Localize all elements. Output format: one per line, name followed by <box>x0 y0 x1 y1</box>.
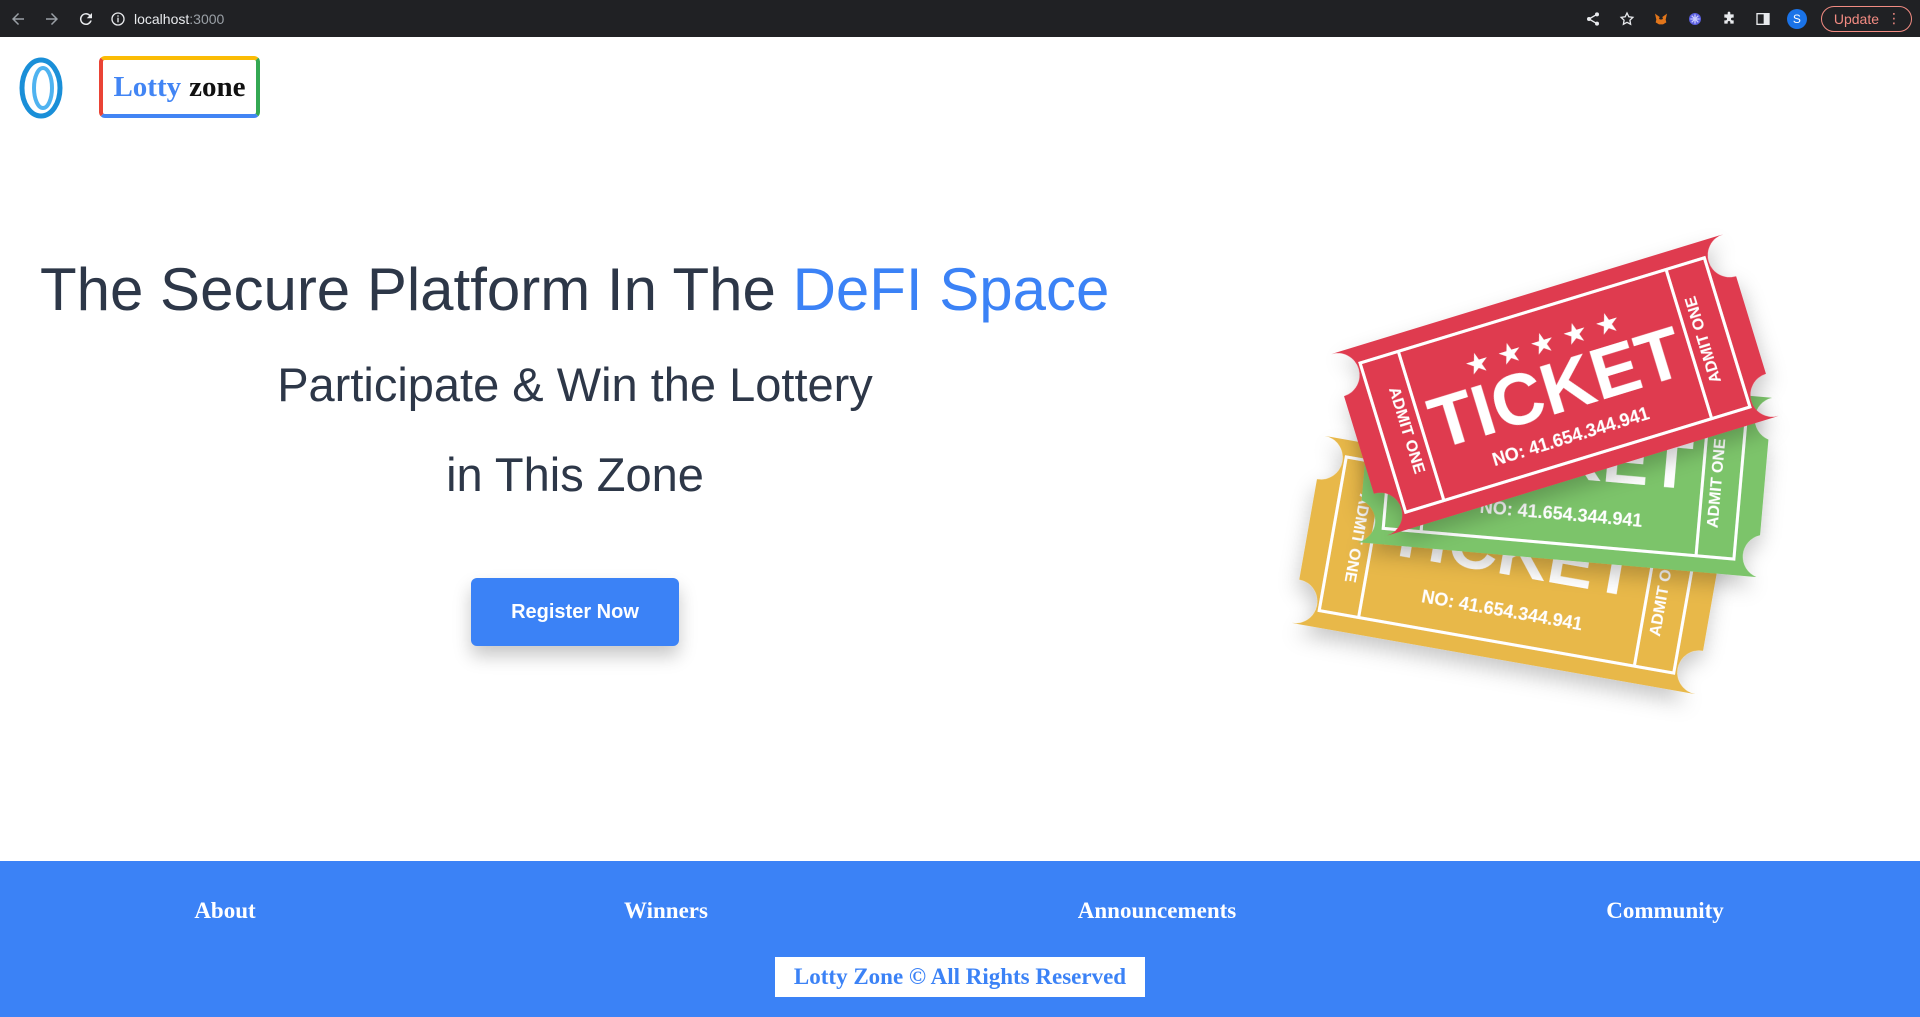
hero-subtitle-line2: in This Zone <box>446 448 704 501</box>
reload-icon <box>79 12 92 25</box>
address-bar[interactable]: localhost:3000 <box>110 4 224 34</box>
ring-logo-icon[interactable] <box>18 57 64 119</box>
brand-logo[interactable]: Lotty zone <box>99 56 260 118</box>
browser-toolbar: localhost:3000 S Update ⋮ <box>0 0 1920 37</box>
share-button[interactable] <box>1583 9 1603 29</box>
bookmark-button[interactable] <box>1617 9 1637 29</box>
footer-link-about[interactable]: About <box>160 898 290 924</box>
hero-title-main: The Secure Platform In The <box>40 256 793 323</box>
copyright-notice: Lotty Zone © All Rights Reserved <box>775 957 1145 997</box>
update-label: Update <box>1833 10 1879 27</box>
arrow-right-icon <box>46 12 58 25</box>
back-button[interactable] <box>2 3 34 35</box>
brand-zone: zone <box>189 70 246 103</box>
register-now-button[interactable]: Register Now <box>471 578 679 646</box>
hero-subtitle-line1: Participate & Win the Lottery <box>277 358 873 411</box>
toolbar-actions: S Update ⋮ <box>1583 0 1912 37</box>
hero-title: The Secure Platform In The DeFI Space <box>40 255 1150 324</box>
more-menu-icon: ⋮ <box>1887 10 1901 26</box>
url-host: localhost <box>134 10 190 27</box>
brand-lotty: Lotty <box>113 70 182 103</box>
puzzle-icon <box>1724 11 1734 24</box>
profile-avatar[interactable]: S <box>1786 8 1807 29</box>
hero-title-accent: DeFI Space <box>792 256 1110 323</box>
arrow-left-icon <box>12 12 24 25</box>
lottery-tickets-illustration: TICKET NO: 41.654.344.941 ADMIT ONE ADMI… <box>1291 234 1779 695</box>
share-icon <box>1586 11 1599 26</box>
metamask-extension[interactable] <box>1651 9 1671 29</box>
footer-link-winners[interactable]: Winners <box>596 898 736 924</box>
url-port: :3000 <box>189 10 225 27</box>
footer-link-community[interactable]: Community <box>1580 898 1750 924</box>
footer-link-announcements[interactable]: Announcements <box>1052 898 1262 924</box>
footer: About Winners Announcements Community Lo… <box>0 861 1920 1017</box>
side-panel-icon <box>1756 12 1770 25</box>
side-panel-button[interactable] <box>1753 9 1773 29</box>
star-icon <box>1619 10 1635 25</box>
fox-icon <box>1654 13 1667 24</box>
extension-button[interactable] <box>1685 9 1705 29</box>
reload-button[interactable] <box>70 3 102 35</box>
forward-button[interactable] <box>36 3 68 35</box>
extensions-menu-button[interactable] <box>1719 9 1739 29</box>
update-button[interactable]: Update ⋮ <box>1820 5 1912 32</box>
asterisk-extension-icon <box>1688 12 1701 25</box>
info-icon[interactable] <box>110 11 126 27</box>
